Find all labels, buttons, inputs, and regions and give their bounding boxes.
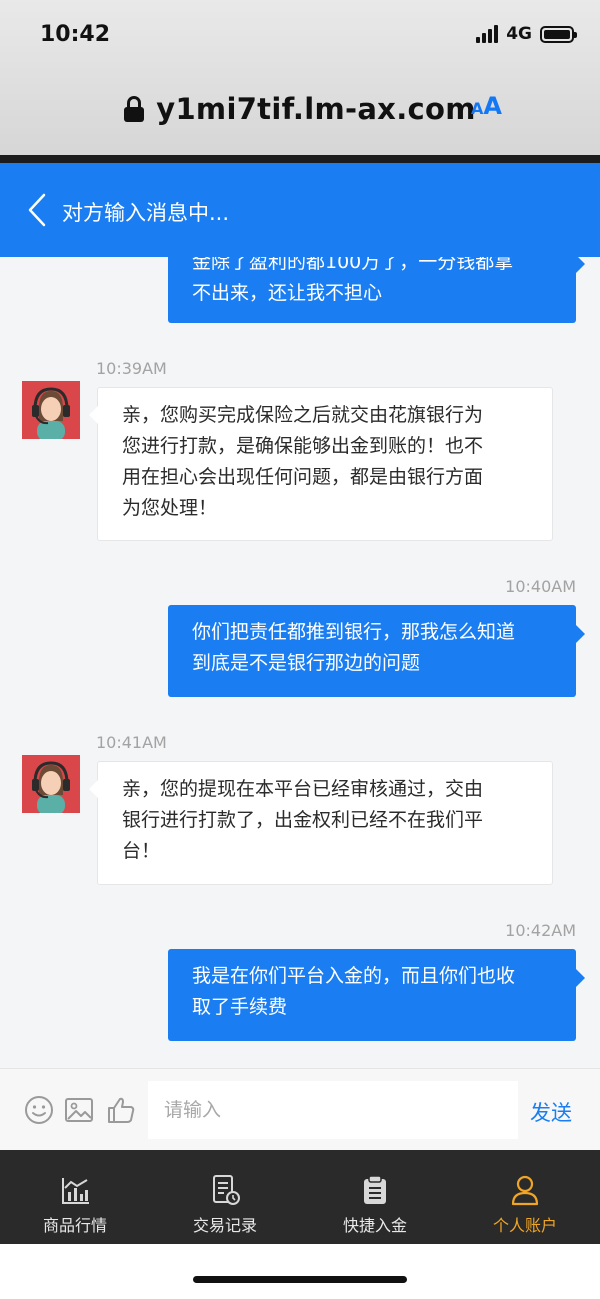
user-icon <box>511 1175 539 1206</box>
message-time: 10:40AM <box>505 577 576 596</box>
chat-header: 对方输入消息中... <box>0 163 600 257</box>
lock-icon <box>124 96 145 122</box>
tab-account[interactable]: 个人账户 <box>450 1150 600 1244</box>
address-bar[interactable]: y1mi7tif.lm-ax.com <box>0 86 600 132</box>
image-icon[interactable] <box>64 1095 94 1125</box>
message-line: 为您处理！ <box>122 497 218 519</box>
message-bubble-incoming: 亲，您的提现在本平台已经审核通过，交由 银行进行打款了，出金权利已经不在我们平 … <box>89 761 553 885</box>
signal-icon <box>476 25 499 43</box>
message-time: 10:39AM <box>96 359 167 378</box>
header-title: 对方输入消息中... <box>62 201 230 225</box>
chart-icon <box>62 1178 89 1204</box>
tab-deposit[interactable]: 快捷入金 <box>300 1150 450 1244</box>
home-area <box>0 1244 600 1299</box>
send-button[interactable]: 发送 <box>530 1097 572 1127</box>
network-type: 4G <box>506 24 532 44</box>
message-line: 台！ <box>122 840 161 862</box>
tab-label: 交易记录 <box>192 1216 257 1235</box>
message-line: 到底是不是银行那边的问题 <box>192 652 421 674</box>
message-line: 金除了盈利的都100万了，一分钱都拿 <box>192 257 514 273</box>
tab-label: 快捷入金 <box>342 1216 407 1235</box>
message-line: 银行进行打款了，出金权利已经不在我们平 <box>122 809 484 831</box>
browser-chrome: 10:42 4G y1mi7tif.lm-ax.com AA <box>0 0 600 155</box>
home-indicator[interactable] <box>193 1276 407 1283</box>
clipboard-icon <box>364 1175 386 1204</box>
message-time: 10:42AM <box>505 921 576 940</box>
status-indicators: 4G <box>476 24 577 44</box>
battery-icon <box>540 25 577 43</box>
message-bubble-outgoing: 我是在你们平台入金的，而且你们也收 取了手续费 <box>168 949 585 1041</box>
message-line: 您进行打款，是确保能够出金到账的！也不 <box>122 435 484 457</box>
status-time: 10:42 <box>40 22 111 47</box>
message-input[interactable] <box>148 1081 518 1139</box>
divider <box>0 155 600 163</box>
tab-records[interactable]: 交易记录 <box>150 1150 300 1244</box>
chat-area[interactable]: 金除了盈利的都100万了，一分钱都拿 不出来，还让我不担心 10:39AM 亲，… <box>0 257 600 1068</box>
text-size-button[interactable]: AA <box>471 92 502 120</box>
record-icon <box>213 1175 240 1205</box>
thumbs-up-icon[interactable] <box>106 1095 136 1125</box>
tab-label: 商品行情 <box>42 1216 107 1235</box>
tab-market[interactable]: 商品行情 <box>0 1150 150 1244</box>
message-bubble-outgoing: 金除了盈利的都100万了，一分钱都拿 不出来，还让我不担心 <box>168 257 585 323</box>
agent-avatar <box>22 755 80 813</box>
message-bubble-outgoing: 你们把责任都推到银行，那我怎么知道 到底是不是银行那边的问题 <box>168 605 585 697</box>
input-bar: 发送 <box>0 1068 600 1150</box>
emoji-icon[interactable] <box>24 1095 54 1125</box>
url-text[interactable]: y1mi7tif.lm-ax.com <box>156 92 476 126</box>
message-bubble-incoming: 亲，您购买完成保险之后就交由花旗银行为 您进行打款，是确保能够出金到账的！也不 … <box>89 387 553 541</box>
message-line: 用在担心会出现任何问题，都是由银行方面 <box>122 466 484 488</box>
message-line: 亲，您购买完成保险之后就交由花旗银行为 <box>122 404 484 426</box>
message-line: 你们把责任都推到银行，那我怎么知道 <box>192 621 516 643</box>
back-arrow-icon[interactable] <box>28 193 46 227</box>
agent-avatar <box>22 381 80 439</box>
message-line: 我是在你们平台入金的，而且你们也收 <box>192 965 516 987</box>
message-line: 不出来，还让我不担心 <box>192 282 383 304</box>
message-line: 亲，您的提现在本平台已经审核通过，交由 <box>122 778 484 800</box>
message-line: 取了手续费 <box>192 996 288 1018</box>
tab-label: 个人账户 <box>492 1216 557 1235</box>
bottom-tab-bar: 商品行情 交易记录 快捷入金 个人账户 <box>0 1150 600 1244</box>
message-time: 10:41AM <box>96 733 167 752</box>
